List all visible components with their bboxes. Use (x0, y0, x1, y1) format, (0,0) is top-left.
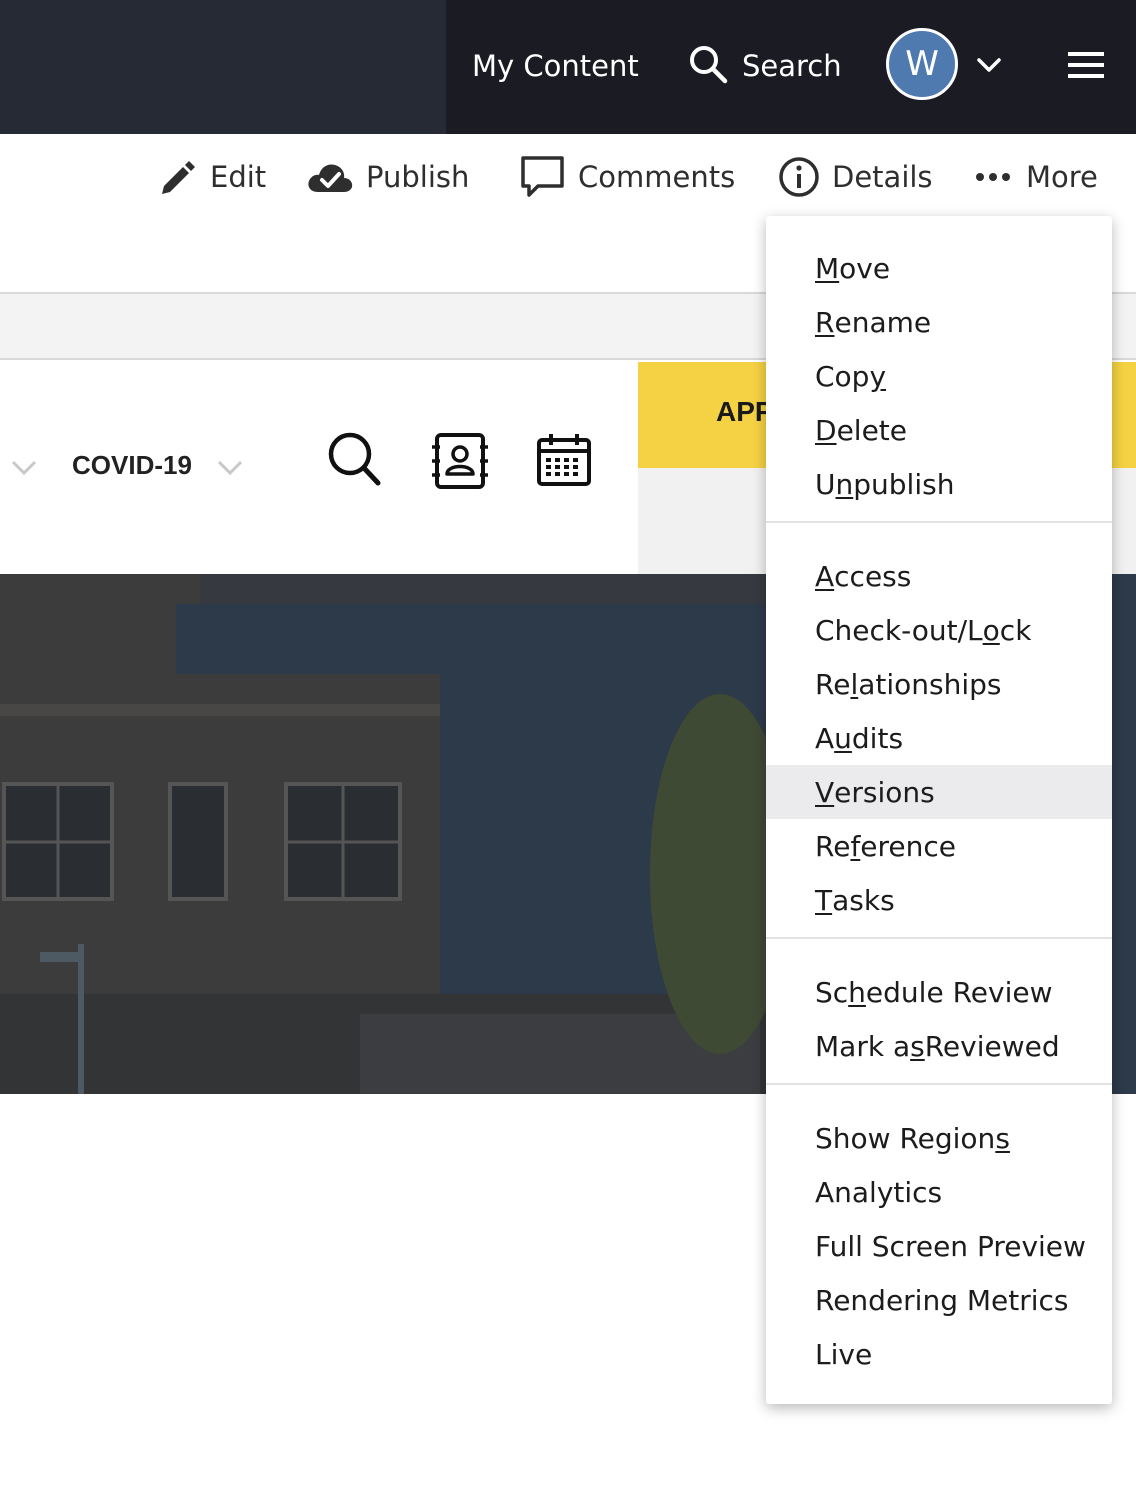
comments-button[interactable]: Comments (520, 152, 735, 202)
menu-item-label-part: U (815, 467, 836, 501)
comments-label: Comments (578, 160, 736, 194)
search-icon[interactable] (688, 44, 728, 84)
menu-item-versions[interactable]: Versions (766, 765, 1112, 819)
menu-item-label-part: Show Region (815, 1121, 996, 1155)
menu-item-rendering-metrics[interactable]: Rendering Metrics (766, 1273, 1112, 1327)
menu-item-relationships[interactable]: Re l ationships (766, 657, 1112, 711)
menu-item-rename[interactable]: Rename (766, 295, 1112, 349)
address-book-icon[interactable] (430, 432, 490, 490)
publish-label: Publish (366, 160, 470, 194)
menu-item-tasks[interactable]: Tasks (766, 873, 1112, 927)
menu-item-check-out-lock[interactable]: Check-out/L o ck (766, 603, 1112, 657)
menu-item-accesskey: D (815, 413, 837, 447)
menu-item-label-part: Cop (815, 359, 870, 393)
menu-separator (766, 521, 1112, 523)
edit-button[interactable]: Edit (156, 152, 266, 202)
menu-item-label-part: ck (999, 613, 1032, 647)
top-bar-brand-area (0, 0, 446, 134)
menu-item-live[interactable]: Live (766, 1327, 1112, 1381)
my-content-link[interactable]: My Content (472, 47, 639, 85)
pencil-icon (162, 161, 195, 194)
menu-item-label-part: erence (860, 829, 957, 863)
menu-item-label-part: ccess (834, 559, 912, 593)
menu-item-show-regions[interactable]: Show Region s (766, 1111, 1112, 1165)
more-dropdown-menu: Move Rename Cop y Delete Un publish Access Check… (766, 216, 1112, 1404)
menu-item-accesskey: T (815, 883, 833, 917)
menu-item-full-screen-preview[interactable]: Full Screen Preview (766, 1219, 1112, 1273)
apply-tab-label: APP (716, 396, 774, 427)
search-icon[interactable] (326, 430, 382, 488)
menu-item-accesskey: y (869, 359, 887, 393)
menu-item-analytics[interactable]: Analytics (766, 1165, 1112, 1219)
menu-item-label-part: Check-out/L (815, 613, 983, 647)
menu-item-accesskey: n (835, 467, 854, 501)
menu-item-accesskey: h (848, 975, 866, 1009)
menu-item-label-part: asks (832, 883, 895, 917)
user-avatar[interactable]: W (886, 28, 958, 100)
menu-item-label-part: ove (839, 251, 891, 285)
menu-item-schedule-review[interactable]: Sc h edule Review (766, 965, 1112, 1019)
menu-item-accesskey: o (982, 613, 1000, 647)
avatar-initial: W (905, 44, 939, 84)
info-icon (779, 157, 819, 197)
details-button[interactable]: Details (778, 152, 933, 202)
hamburger-menu-icon[interactable] (1066, 50, 1106, 80)
chevron-down-icon[interactable] (974, 50, 1004, 80)
menu-item-label-part: Live (815, 1337, 873, 1371)
top-bar: My Content Search W (0, 0, 1136, 134)
menu-item-label-part: Re (815, 829, 851, 863)
menu-item-label-part: Sc (815, 975, 849, 1009)
more-button[interactable]: More (974, 152, 1098, 202)
menu-item-label-part: Re (815, 667, 851, 701)
menu-item-access[interactable]: Access (766, 549, 1112, 603)
menu-item-accesskey: A (815, 559, 835, 593)
chevron-down-icon[interactable] (10, 458, 38, 478)
chevron-down-icon[interactable] (216, 458, 244, 478)
menu-item-audits[interactable]: Au dits (766, 711, 1112, 765)
edit-label: Edit (210, 160, 267, 194)
menu-item-label-part: ationships (858, 667, 1002, 701)
details-label: Details (832, 160, 933, 194)
menu-item-label-part: Mark a (815, 1029, 911, 1063)
menu-item-label-part: Rendering Metrics (815, 1283, 1069, 1317)
menu-item-label-part: publish (853, 467, 955, 501)
menu-item-accesskey: s (995, 1121, 1010, 1155)
cloud-check-icon (308, 164, 353, 192)
menu-item-move[interactable]: Move (766, 241, 1112, 295)
menu-item-label-part: edule Review (865, 975, 1053, 1009)
calendar-icon[interactable] (536, 432, 592, 488)
more-label: More (1026, 160, 1098, 194)
search-link[interactable]: Search (742, 47, 842, 85)
menu-item-label-part: elete (836, 413, 907, 447)
menu-item-accesskey: f (850, 829, 861, 863)
menu-item-label-part: A (815, 721, 835, 755)
menu-separator (766, 937, 1112, 939)
menu-pointer (1020, 200, 1052, 216)
menu-separator (766, 1083, 1112, 1085)
menu-item-accesskey: l (850, 667, 859, 701)
publish-button[interactable]: Publish (306, 152, 469, 202)
menu-item-label-part: Reviewed (924, 1029, 1060, 1063)
menu-item-delete[interactable]: Delete (766, 403, 1112, 457)
menu-item-accesskey: s (910, 1029, 925, 1063)
menu-item-label-part: Full Screen Preview (815, 1229, 1086, 1263)
menu-item-label-part: dits (851, 721, 904, 755)
menu-item-accesskey: V (815, 775, 835, 809)
comment-icon (521, 156, 564, 197)
menu-item-reference[interactable]: Re f erence (766, 819, 1112, 873)
menu-item-copy[interactable]: Cop y (766, 349, 1112, 403)
menu-item-accesskey: u (834, 721, 852, 755)
ellipsis-icon (976, 173, 1010, 181)
nav-item-covid-19[interactable]: COVID-19 (72, 450, 192, 481)
menu-item-accesskey: M (815, 251, 840, 285)
menu-item-label-part: ename (834, 305, 932, 339)
menu-item-label-part: ersions (834, 775, 935, 809)
menu-item-unpublish[interactable]: Un publish (766, 457, 1112, 511)
menu-item-label-part: Analytics (815, 1175, 943, 1209)
menu-item-mark-as-reviewed[interactable]: Mark as Reviewed (766, 1019, 1112, 1073)
menu-item-accesskey: R (815, 305, 835, 339)
